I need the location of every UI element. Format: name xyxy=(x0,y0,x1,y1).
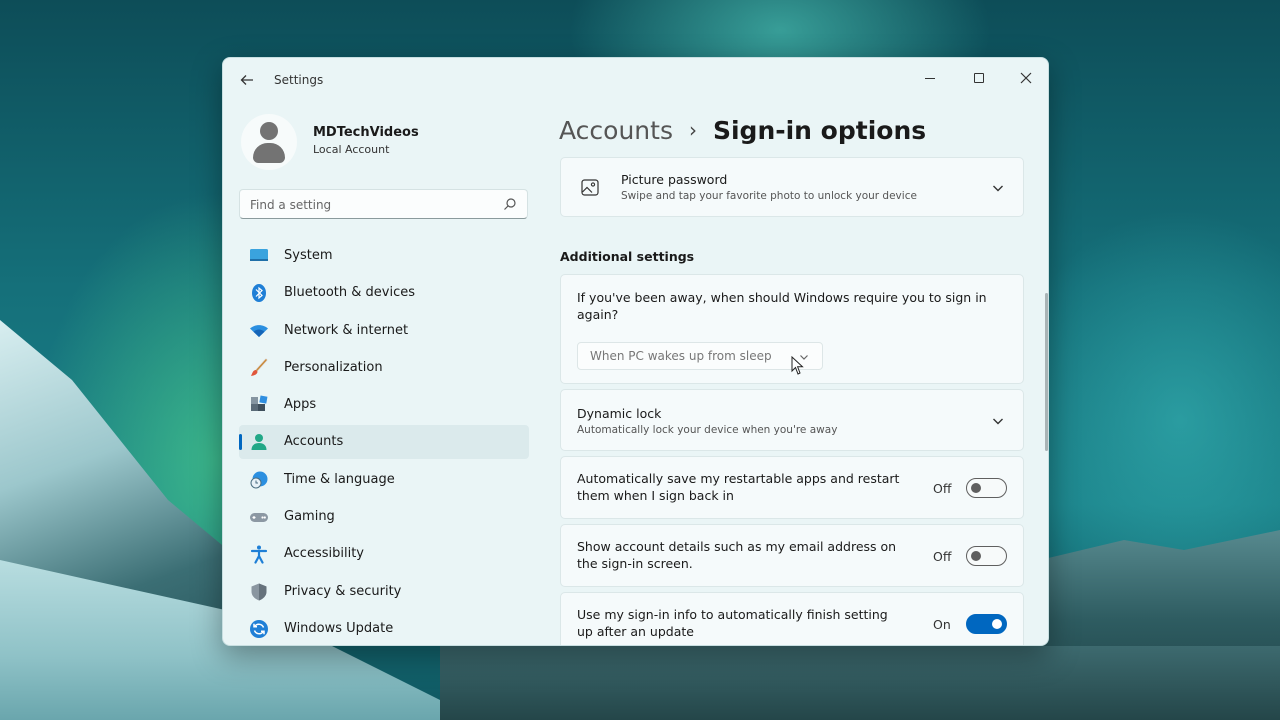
sidebar-item-label: Privacy & security xyxy=(284,583,402,599)
title-bar: Settings xyxy=(223,58,1048,102)
shield-icon xyxy=(251,583,267,601)
bluetooth-icon xyxy=(252,284,266,303)
sidebar-item-bluetooth[interactable]: Bluetooth & devices xyxy=(239,276,529,310)
maximize-icon xyxy=(974,73,984,83)
wifi-icon xyxy=(250,324,268,337)
dynamic-lock-subtitle: Automatically lock your device when you'… xyxy=(577,424,838,436)
sidebar-item-apps[interactable]: Apps xyxy=(239,388,529,422)
app-title: Settings xyxy=(274,73,324,87)
account-type: Local Account xyxy=(313,143,390,156)
sidebar-item-label: Apps xyxy=(284,397,317,413)
maximize-button[interactable] xyxy=(956,64,1002,92)
back-arrow-icon xyxy=(240,75,253,85)
picture-password-subtitle: Swipe and tap your favorite photo to unl… xyxy=(621,190,917,202)
picture-icon xyxy=(581,179,599,196)
sidebar-item-network[interactable]: Network & internet xyxy=(239,314,529,348)
brush-icon xyxy=(251,358,268,376)
mouse-cursor-icon xyxy=(791,356,804,375)
accessibility-icon xyxy=(250,545,268,564)
sidebar-item-label: Network & internet xyxy=(284,322,409,338)
section-heading-additional: Additional settings xyxy=(560,249,695,264)
search-input[interactable] xyxy=(250,196,490,214)
toggle-state-label: Off xyxy=(933,549,952,564)
account-details-label: Show account details such as my email ad… xyxy=(577,539,897,571)
close-icon xyxy=(1020,72,1032,84)
picture-password-card[interactable]: Picture password Swipe and tap your favo… xyxy=(560,157,1024,217)
restart-apps-toggle[interactable] xyxy=(966,478,1007,498)
breadcrumb: Accounts › Sign-in options xyxy=(559,110,926,150)
dynamic-lock-card[interactable]: Dynamic lock Automatically lock your dev… xyxy=(560,389,1024,451)
close-button[interactable] xyxy=(1003,64,1048,92)
account-details-toggle[interactable] xyxy=(966,546,1007,566)
update-icon xyxy=(250,619,268,638)
sidebar-item-label: System xyxy=(284,248,333,263)
settings-window: Settings MDTechVideos Local Account Syst… xyxy=(222,57,1049,646)
sidebar-item-system[interactable]: System xyxy=(239,239,529,273)
sidebar-item-personalization[interactable]: Personalization xyxy=(239,351,529,385)
dropdown-selected-value: When PC wakes up from sleep xyxy=(590,349,772,363)
sidebar-item-accessibility[interactable]: Accessibility xyxy=(239,537,529,571)
minimize-button[interactable] xyxy=(907,64,953,92)
sidebar-item-gaming[interactable]: Gaming xyxy=(239,500,529,534)
sidebar-item-privacy[interactable]: Privacy & security xyxy=(239,575,529,609)
minimize-icon xyxy=(925,77,935,79)
sidebar-item-label: Personalization xyxy=(284,359,383,375)
sidebar-item-accounts[interactable]: Accounts xyxy=(239,425,529,460)
sidebar-item-label: Windows Update xyxy=(284,620,394,636)
page-title: Sign-in options xyxy=(712,115,927,145)
sidebar-item-label: Time & language xyxy=(284,471,395,487)
signin-info-row: Use my sign-in info to automatically fin… xyxy=(560,592,1024,645)
picture-password-title: Picture password xyxy=(621,172,728,187)
user-profile[interactable]: MDTechVideos Local Account xyxy=(241,114,521,170)
account-icon xyxy=(251,434,267,451)
toggle-state-label: Off xyxy=(933,481,952,496)
back-button[interactable] xyxy=(237,70,257,90)
apps-icon xyxy=(251,395,268,412)
search-icon[interactable] xyxy=(503,197,517,211)
avatar xyxy=(241,114,297,170)
sidebar-item-label: Accounts xyxy=(284,434,344,450)
sidebar-nav: System Bluetooth & devices Network & int… xyxy=(239,239,529,645)
controller-icon xyxy=(250,513,268,523)
search-box[interactable] xyxy=(239,189,528,219)
sidebar-item-label: Gaming xyxy=(284,509,335,525)
breadcrumb-separator: › xyxy=(688,118,697,142)
content-scrollbar[interactable] xyxy=(1045,293,1048,451)
wallpaper-mountain-bottom xyxy=(440,646,1280,720)
require-signin-dropdown[interactable]: When PC wakes up from sleep xyxy=(577,342,823,370)
sidebar-item-label: Bluetooth & devices xyxy=(284,285,415,301)
dynamic-lock-title: Dynamic lock xyxy=(577,406,662,421)
signin-info-label: Use my sign-in info to automatically fin… xyxy=(577,607,888,639)
account-details-row: Show account details such as my email ad… xyxy=(560,524,1024,587)
user-name: MDTechVideos xyxy=(313,125,419,140)
system-icon xyxy=(250,249,268,261)
require-signin-question: If you've been away, when should Windows… xyxy=(577,290,987,322)
chevron-down-icon[interactable] xyxy=(991,414,1005,428)
chevron-down-icon[interactable] xyxy=(991,181,1005,195)
sidebar-item-time-language[interactable]: Time & language xyxy=(239,463,529,497)
restart-apps-label: Automatically save my restartable apps a… xyxy=(577,471,900,503)
restart-apps-row: Automatically save my restartable apps a… xyxy=(560,456,1024,519)
sidebar-item-label: Accessibility xyxy=(284,546,364,562)
breadcrumb-parent[interactable]: Accounts xyxy=(559,116,673,145)
clock-globe-icon xyxy=(250,471,268,489)
toggle-state-label: On xyxy=(933,617,951,632)
signin-info-toggle[interactable] xyxy=(966,614,1007,634)
sidebar-item-windows-update[interactable]: Windows Update xyxy=(239,612,529,645)
